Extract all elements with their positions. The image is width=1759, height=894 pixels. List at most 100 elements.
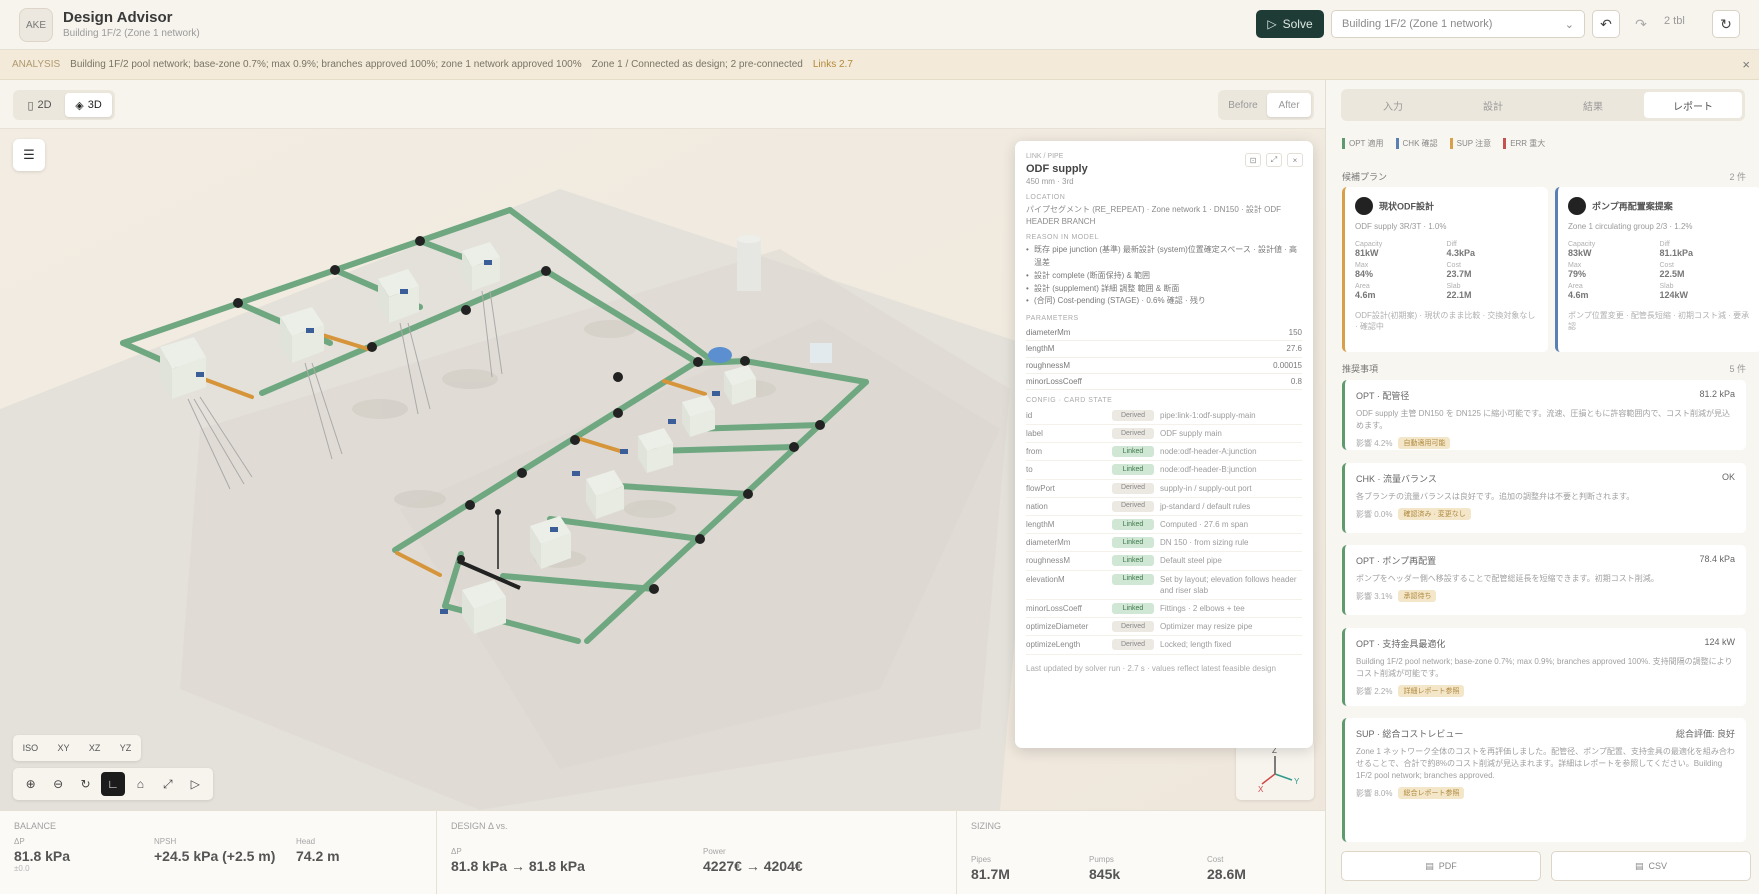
status-badge[interactable]: 確認済み · 変更なし: [1398, 508, 1471, 520]
status-badge[interactable]: 承認待ち: [1398, 590, 1437, 602]
status-badge[interactable]: 詳細レポート参照: [1398, 685, 1465, 697]
recommendation-card[interactable]: OPT · ポンプ再配置 78.4 kPa ポンプをヘッダー側へ移設することで配管総…: [1342, 545, 1746, 615]
config-row[interactable]: to Linked node:odf-header-B:junction: [1026, 461, 1302, 480]
params-label: Parameters: [1026, 315, 1079, 323]
config-row[interactable]: id Derived pipe:link-1:odf-supply-main: [1026, 407, 1302, 426]
projection-iso[interactable]: ISO: [23, 743, 39, 753]
pin-icon[interactable]: ⊡: [1245, 153, 1261, 167]
app-title: Design Advisor: [63, 9, 173, 26]
tag-icon[interactable]: ⌂: [128, 772, 152, 796]
legend-item: OPT 適用: [1342, 137, 1384, 149]
axis-gizmo[interactable]: X Y Z: [1236, 740, 1314, 800]
export-csv-button[interactable]: ▤ CSV: [1551, 851, 1751, 881]
config-value: jp-standard / default rules: [1160, 501, 1251, 511]
param-value: 0.8: [1290, 376, 1302, 386]
metrics-design-label: DESIGN Δ vs.: [451, 821, 508, 831]
app-logo: AKE: [19, 8, 53, 42]
metrics-sizing: SIZING Pipes 81.7M Pumps 845k Cost 28.6M: [957, 811, 1325, 894]
config-row[interactable]: flowPort Derived supply-in / supply-out po…: [1026, 480, 1302, 498]
rotate-icon[interactable]: ↻: [74, 772, 98, 796]
params-list: diameterMm 150 lengthM 27.6 roughnessM 0.0001…: [1026, 325, 1302, 390]
view-after-button[interactable]: After: [1267, 93, 1311, 117]
config-row[interactable]: optimizeLength Derived Locked; length fixe…: [1026, 636, 1302, 655]
config-row[interactable]: from Linked node:odf-header-A:junction: [1026, 443, 1302, 462]
config-row[interactable]: roughnessM Linked Default steel pipe: [1026, 552, 1302, 571]
recommendation-footer: 影響 3.1% 承認待ち: [1356, 590, 1735, 602]
axis-icon[interactable]: ∟: [100, 772, 125, 796]
legend-item: CHK 確認: [1395, 137, 1438, 149]
tab-input[interactable]: 入力: [1344, 92, 1442, 118]
config-row[interactable]: optimizeDiameter Derived Optimizer may res…: [1026, 618, 1302, 637]
tab-report[interactable]: レポート: [1644, 92, 1742, 118]
variant-card[interactable]: 現状ODF設計 ODF supply 3R/3T · 1.0% Capacity 81…: [1342, 187, 1548, 352]
config-row[interactable]: elevationM Linked Set by layout; elevation…: [1026, 571, 1302, 600]
tab-result[interactable]: 結果: [1544, 92, 1642, 118]
selection-count: 2 tbl: [1664, 15, 1685, 27]
variant-stat: Area 4.6m: [1355, 283, 1447, 300]
recommendation-body: ODF supply 主管 DN150 を DN125 に縮小可能です。流速、圧…: [1356, 409, 1731, 430]
undo-button[interactable]: ↶: [1592, 10, 1620, 38]
mode-2d-button[interactable]: ▯ 2D: [16, 93, 63, 117]
storage-tank[interactable]: [737, 235, 761, 291]
outline-toggle-button[interactable]: ☰: [13, 139, 45, 171]
status-legend: OPT 適用 CHK 確認 SUP 注意 ERR 重大: [1342, 136, 1545, 150]
document-icon: ▤: [1634, 860, 1644, 871]
projection-yz[interactable]: YZ: [120, 743, 132, 753]
config-row[interactable]: minorLossCoeff Linked Fittings · 2 elbows …: [1026, 600, 1302, 619]
config-status-badge: Linked: [1112, 519, 1154, 531]
variant-note: ポンプ位置変更 · 配管長短縮 · 初期コスト減 · 要承認: [1568, 311, 1750, 332]
panel-tabs: 入力 設計 結果 レポート: [1341, 89, 1745, 121]
close-icon[interactable]: ×: [1742, 57, 1750, 72]
banner-link[interactable]: Links 2.7: [813, 59, 853, 70]
mode-3d-button[interactable]: ◈ 3D: [65, 93, 112, 117]
config-row[interactable]: nation Derived jp-standard / default rules: [1026, 498, 1302, 517]
config-row[interactable]: lengthM Linked Computed · 27.6 m span: [1026, 516, 1302, 535]
run-label: Solve: [1282, 17, 1313, 31]
fullscreen-icon[interactable]: ⤢: [156, 772, 180, 796]
recommendation-header: CHK · 流量バランス OK: [1356, 472, 1735, 485]
recommendation-card[interactable]: SUP · 総合コストレビュー 総合評価: 良好 Zone 1 ネットワーク全体のコ…: [1342, 718, 1746, 842]
recommendation-body: Building 1F/2 pool network; base-zone 0.…: [1356, 657, 1733, 678]
config-row[interactable]: diameterMm Linked DN 150 · from sizing rul…: [1026, 534, 1302, 553]
config-value: supply-in / supply-out port: [1160, 483, 1252, 493]
undo-icon: ↶: [1600, 15, 1612, 32]
stat-value: 81kW: [1355, 248, 1379, 258]
status-badge[interactable]: 自動適用可能: [1398, 437, 1451, 449]
config-key: elevationM: [1026, 574, 1065, 584]
expand-icon[interactable]: ⤢: [1266, 153, 1282, 167]
variant-stat: Max 79%: [1568, 262, 1660, 279]
tab-design[interactable]: 設計: [1444, 92, 1542, 118]
redo-button[interactable]: ↷: [1627, 10, 1655, 38]
config-key: label: [1026, 429, 1043, 439]
impact-label: 影響 3.1%: [1356, 591, 1393, 601]
recommendation-card[interactable]: OPT · 配管径 81.2 kPa ODF supply 主管 DN150 を D…: [1342, 380, 1746, 450]
config-status-badge: Derived: [1112, 500, 1154, 512]
recommendation-title: OPT · 配管径: [1356, 391, 1410, 401]
stat-value: 4.6m: [1355, 290, 1376, 300]
reset-button[interactable]: ↻: [1712, 10, 1740, 38]
zoom-out-icon[interactable]: ⊖: [46, 772, 70, 796]
variant-stat: Capacity 83kW: [1568, 241, 1660, 258]
config-row[interactable]: label Derived ODF supply main: [1026, 425, 1302, 444]
param-key: roughnessM: [1026, 360, 1071, 370]
recommendation-card[interactable]: OPT · 支持金具最適化 124 kW Building 1F/2 pool ne…: [1342, 628, 1746, 706]
export-pdf-button[interactable]: ▤ PDF: [1341, 851, 1541, 881]
config-value: ODF supply main: [1160, 429, 1222, 439]
status-badge[interactable]: 総合レポート参照: [1398, 787, 1465, 799]
config-value: Optimizer may resize pipe: [1160, 622, 1253, 632]
param-key: diameterMm: [1026, 328, 1071, 338]
variant-stat: Cost 22.5M: [1660, 262, 1752, 279]
variant-stats: Capacity 81kW Diff 4.3kPa Max 84% Cost 23.7M Are…: [1355, 241, 1538, 300]
close-icon[interactable]: ×: [1287, 153, 1303, 167]
recommendation-card[interactable]: CHK · 流量バランス OK 各ブランチの流量バランスは良好です。追加の調整弁は不…: [1342, 463, 1746, 533]
projection-xy[interactable]: XY: [58, 743, 70, 753]
stat-label: Diff: [1446, 241, 1457, 248]
run-button[interactable]: ▷ Solve: [1256, 10, 1324, 38]
variant-card[interactable]: ポンプ再配置案提案 Zone 1 circulating group 2/3 · …: [1555, 187, 1759, 352]
scenario-select[interactable]: Building 1F/2 (Zone 1 network) ⌄: [1331, 10, 1585, 38]
play-icon[interactable]: ▷: [183, 772, 207, 796]
zoom-in-icon[interactable]: ⊕: [19, 772, 43, 796]
legend-item: SUP 注意: [1449, 137, 1491, 149]
projection-xz[interactable]: XZ: [89, 743, 101, 753]
view-before-button[interactable]: Before: [1221, 93, 1265, 117]
